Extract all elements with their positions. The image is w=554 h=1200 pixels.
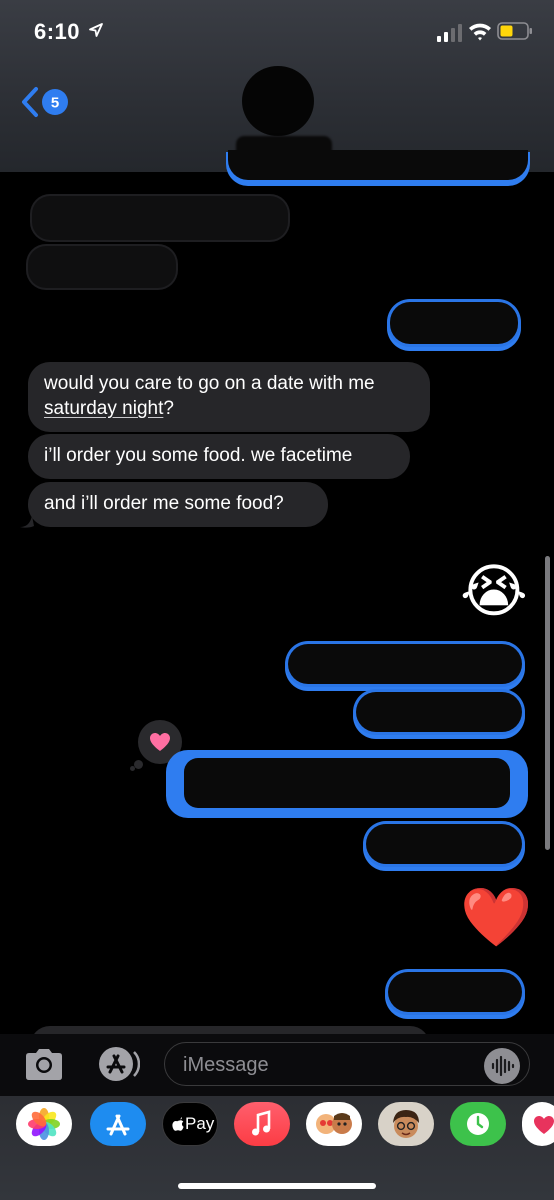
waveform-icon [491,1055,515,1077]
apple-logo-icon [172,1116,184,1131]
app-store-button[interactable] [90,1102,146,1146]
sent-message-bubble-redacted[interactable] [356,692,522,732]
received-message-bubble-redacted[interactable] [32,196,288,240]
app-store-apps-icon[interactable] [94,1044,140,1084]
heart-sticker-icon [534,1116,554,1134]
unread-count-badge: 5 [51,95,59,112]
apple-pay-label-wrap: Pay [172,1114,214,1134]
sent-message-bubble-redacted[interactable] [366,824,522,864]
heart-stickers-app-button[interactable] [522,1102,554,1146]
back-button[interactable]: 5 [20,86,72,118]
sent-message-bubble-redacted[interactable] [228,150,528,180]
cellular-signal-icon [437,24,462,42]
photos-icon [28,1108,60,1140]
received-message-bubble[interactable]: and i’ll order me some food? [28,482,328,527]
message-text: and i’ll order me some food? [44,493,284,514]
sent-message-bubble-redacted[interactable] [390,302,518,344]
animoji-app-button[interactable] [306,1102,362,1146]
sent-message-bubble-redacted[interactable] [166,750,528,818]
location-arrow-icon [89,23,103,37]
battery-icon [497,22,532,40]
date-link[interactable]: saturday night [44,398,163,419]
status-bar: 6:10 [0,0,554,64]
scrollbar[interactable] [545,556,550,850]
app-store-icon [106,1114,130,1136]
tapback-tail-dot [130,766,135,771]
clock-icon [467,1113,489,1135]
wifi-icon [469,23,491,41]
apple-pay-label: Pay [185,1114,215,1133]
message-text: ? [163,398,174,419]
message-text: i’ll order you some food. we facetime [44,445,353,466]
memoji-app-button[interactable] [378,1102,434,1146]
music-app-button[interactable] [234,1102,290,1146]
memoji-icon [393,1110,419,1138]
tapback-tail-dot [134,760,143,769]
message-input-placeholder: iMessage [183,1054,269,1076]
heart-emoji-message[interactable]: ❤️ [460,888,532,948]
received-message-bubble-redacted[interactable] [28,246,176,288]
clock: 6:10 [34,19,81,44]
photos-app-button[interactable] [16,1102,72,1146]
audio-message-button[interactable] [484,1048,520,1084]
message-text: would you care to go on a date with me [44,373,375,394]
received-message-bubble[interactable]: i’ll order you some food. we facetime [28,434,410,479]
message-text-line: saturday night? [44,396,414,421]
music-note-icon [252,1110,271,1136]
redaction-scribble [184,758,510,808]
sent-message-bubble-redacted[interactable] [388,972,522,1012]
camera-icon[interactable] [22,1044,66,1084]
home-indicator[interactable] [178,1183,376,1189]
crying-emoji-message[interactable]: 😭 [460,562,528,622]
apple-pay-button[interactable]: Pay [162,1102,218,1146]
bubble-tail [20,516,34,528]
contact-avatar[interactable] [242,66,314,136]
sent-message-bubble-redacted[interactable] [288,644,522,684]
received-message-bubble[interactable]: would you care to go on a date with me s… [28,362,430,432]
memoji-stickers-icon [316,1113,352,1134]
clock-app-button[interactable] [450,1102,506,1146]
